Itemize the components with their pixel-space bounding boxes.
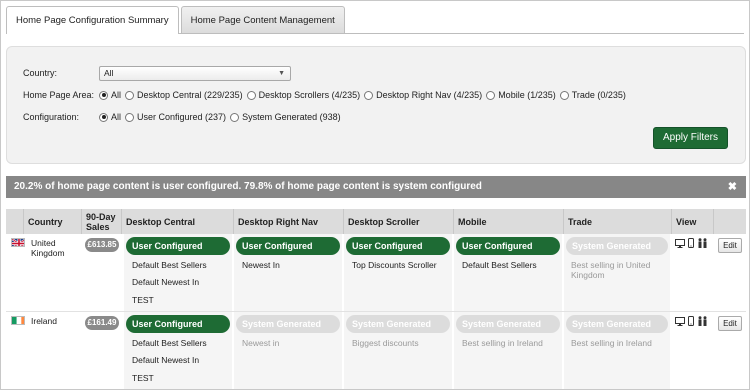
config-label: Configuration: [23,112,80,122]
content-item: Best selling in Ireland [462,338,543,348]
header-desktop-right-nav: Desktop Right Nav [234,209,344,234]
status-badge[interactable]: User Configured [346,237,450,255]
app-window: Home Page Configuration Summary Home Pag… [0,0,750,390]
radio-label: Desktop Scrollers (4/235) [258,90,361,100]
country-name: United Kingdom [31,238,65,258]
header-mobile: Mobile [454,209,564,234]
mobile-icon[interactable] [688,238,694,248]
area-filter-row: Home Page Area: All Desktop Central (229… [23,87,630,103]
close-icon[interactable]: ✖ [728,176,737,198]
status-badge[interactable]: System Generated [566,315,668,333]
area-radio-desktop-central[interactable]: Desktop Central (229/235) [125,90,243,100]
header-desktop-scroller: Desktop Scroller [344,209,454,234]
radio-dot [125,112,135,122]
radio-label: Desktop Central (229/235) [137,90,243,100]
content-item: Default Newest In [132,277,200,287]
status-badge[interactable]: System Generated [236,315,340,333]
radio-dot [559,90,569,100]
radio-label: All [111,90,122,100]
edit-button[interactable]: Edit [718,316,742,331]
radio-label: All [111,112,122,122]
config-radio-user-configured[interactable]: User Configured (237) [125,112,226,122]
radio-dot [486,90,496,100]
header-spacer [6,209,24,234]
content-item: Best selling in United Kingdom [571,260,651,280]
status-badge[interactable]: System Generated [456,315,560,333]
mobile-icon[interactable] [688,316,694,326]
header-edit-spacer [714,209,746,234]
radio-label: User Configured (237) [137,112,227,122]
desktop-icon[interactable] [675,316,685,326]
config-radio-system-generated[interactable]: System Generated (938) [230,112,341,122]
apply-filters-button[interactable]: Apply Filters [653,127,728,149]
content-item: Biggest discounts [352,338,419,348]
content-item: Best selling in Ireland [571,338,652,348]
area-radio-mobile[interactable]: Mobile (1/235) [486,90,556,100]
status-badge[interactable]: User Configured [236,237,340,255]
view-icons [675,316,708,326]
desktop-icon[interactable] [675,238,685,248]
radio-label: Desktop Right Nav (4/235) [376,90,483,100]
radio-label: Trade (0/235) [571,90,626,100]
ireland-flag-icon [11,316,25,325]
status-badge[interactable]: User Configured [126,315,230,333]
country-label: Country: [23,68,58,78]
view-icons [675,238,708,248]
content-item: TEST [132,295,154,305]
area-radio-all[interactable]: All [99,90,121,100]
header-sales: 90-Day Sales [82,209,122,234]
radio-dot [364,90,374,100]
config-radio-all[interactable]: All [99,112,121,122]
status-badge[interactable]: User Configured [126,237,230,255]
status-badge[interactable]: System Generated [566,237,668,255]
tab-configuration-summary[interactable]: Home Page Configuration Summary [6,6,179,34]
country-select[interactable]: All ▼ [99,65,291,81]
radio-dot [125,90,135,100]
table-header: Country 90-Day Sales Desktop Central Des… [6,209,746,234]
content-item: Newest In [242,260,280,270]
country-name: Ireland [31,316,57,326]
table-row: United Kingdom £613.85 User Configured D… [6,234,746,311]
header-view: View [672,209,714,234]
content-item: Default Newest In [132,355,200,365]
area-radio-desktop-scrollers[interactable]: Desktop Scrollers (4/235) [246,90,361,100]
radio-dot-selected [99,90,108,100]
status-badge[interactable]: System Generated [346,315,450,333]
area-label: Home Page Area: [23,90,95,100]
content-item: Default Best Sellers [132,260,207,270]
status-badge[interactable]: User Configured [456,237,560,255]
country-select-value: All [104,67,114,78]
trade-icon[interactable] [697,238,708,248]
filters-panel: Country: All ▼ Home Page Area: All Deskt… [6,46,746,164]
sales-badge: £161.49 [85,316,119,330]
tab-bar: Home Page Configuration Summary Home Pag… [6,6,347,34]
summary-text: 20.2% of home page content is user confi… [14,181,482,192]
config-filter-row: Configuration: All User Configured (237)… [23,109,345,125]
header-trade: Trade [564,209,672,234]
header-desktop-central: Desktop Central [122,209,234,234]
edit-button[interactable]: Edit [718,238,742,253]
header-country: Country [24,209,82,234]
radio-dot [230,112,240,122]
chevron-down-icon: ▼ [278,69,285,77]
content-item: Default Best Sellers [132,338,207,348]
sales-badge: £613.85 [85,238,119,252]
radio-dot-selected [99,112,108,122]
tab-content-management[interactable]: Home Page Content Management [180,6,345,33]
uk-flag-icon [11,238,25,247]
content-item: Default Best Sellers [462,260,537,270]
table-row: Ireland £161.49 User Configured Default … [6,312,746,389]
radio-label: Mobile (1/235) [498,90,556,100]
radio-label: System Generated (938) [242,112,341,122]
summary-bar: 20.2% of home page content is user confi… [6,176,746,198]
radio-dot [246,90,256,100]
area-radio-trade[interactable]: Trade (0/235) [559,90,626,100]
area-radio-desktop-right-nav[interactable]: Desktop Right Nav (4/235) [364,90,482,100]
country-filter-row: Country: All ▼ [23,65,291,81]
trade-icon[interactable] [697,316,708,326]
content-item: TEST [132,373,154,383]
content-item: Top Discounts Scroller [352,260,437,270]
content-item: Newest in [242,338,280,348]
